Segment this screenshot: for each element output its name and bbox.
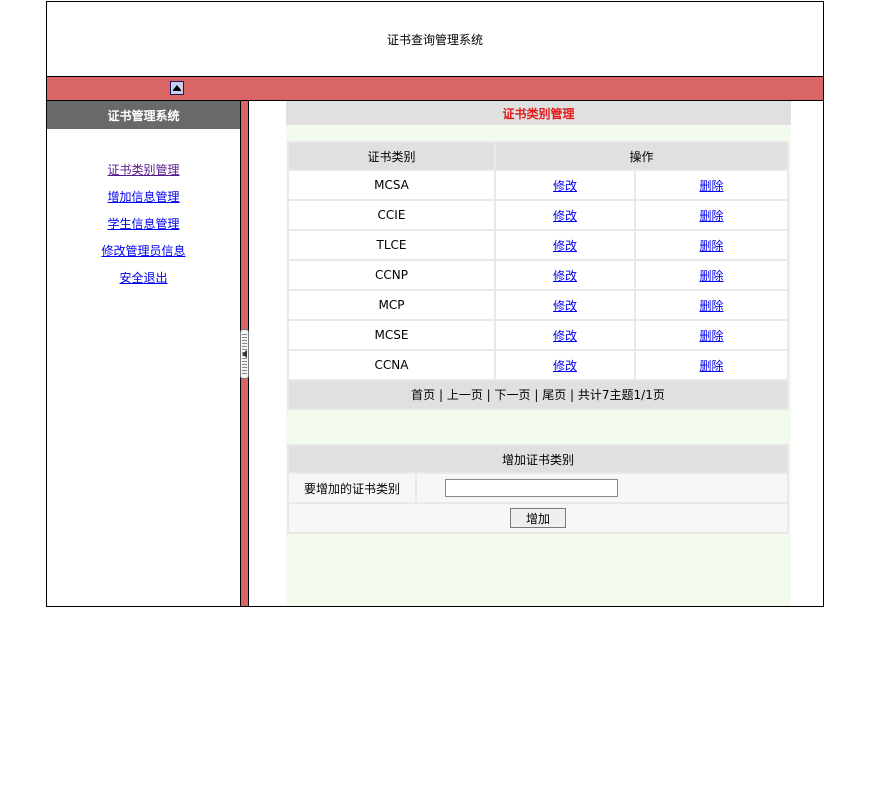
edit-cell: 修改 [496, 171, 634, 199]
edit-cell: 修改 [496, 261, 634, 289]
app-header: 证书查询管理系统 [47, 2, 823, 77]
table-row: MCP 修改 删除 [289, 291, 787, 319]
category-cell: CCNA [289, 351, 494, 379]
category-cell: MCP [289, 291, 494, 319]
table-row: TLCE 修改 删除 [289, 231, 787, 259]
edit-cell: 修改 [496, 321, 634, 349]
button-cell: 增加 [289, 504, 787, 532]
category-cell: CCIE [289, 201, 494, 229]
pager-first[interactable]: 首页 [411, 388, 435, 402]
top-toggle-bar [47, 77, 823, 101]
app-title: 证书查询管理系统 [386, 32, 483, 47]
delete-link[interactable]: 删除 [699, 209, 723, 223]
column-header-action: 操作 [496, 143, 787, 169]
delete-cell: 删除 [636, 261, 787, 289]
sidebar-menu: 证书类别管理 增加信息管理 学生信息管理 修改管理员信息 安全退出 [47, 163, 240, 298]
edit-link[interactable]: 修改 [553, 269, 577, 283]
page-title: 证书类别管理 [286, 101, 791, 125]
pager-next[interactable]: 下一页 [495, 388, 531, 402]
delete-link[interactable]: 删除 [699, 179, 723, 193]
form-header-row: 增加证书类别 [289, 446, 787, 472]
pager-last[interactable]: 尾页 [542, 388, 566, 402]
category-cell: MCSA [289, 171, 494, 199]
category-cell: TLCE [289, 231, 494, 259]
delete-cell: 删除 [636, 351, 787, 379]
delete-link[interactable]: 删除 [699, 329, 723, 343]
add-button[interactable]: 增加 [510, 508, 566, 528]
category-input[interactable] [445, 479, 618, 497]
pager-prev[interactable]: 上一页 [447, 388, 483, 402]
pager-separator: | [435, 388, 447, 402]
sidebar: 证书管理系统 证书类别管理 增加信息管理 学生信息管理 修改管理员信息 安全退出 [47, 101, 240, 606]
delete-cell: 删除 [636, 231, 787, 259]
table-row: CCIE 修改 删除 [289, 201, 787, 229]
sidebar-title: 证书管理系统 [47, 101, 240, 129]
body-row: 证书管理系统 证书类别管理 增加信息管理 学生信息管理 修改管理员信息 安全退出… [47, 101, 823, 606]
edit-link[interactable]: 修改 [553, 359, 577, 373]
edit-link[interactable]: 修改 [553, 329, 577, 343]
collapse-up-icon[interactable] [170, 81, 184, 95]
edit-link[interactable]: 修改 [553, 239, 577, 253]
sidebar-item-logout[interactable]: 安全退出 [47, 271, 240, 298]
table-row: CCNP 修改 删除 [289, 261, 787, 289]
edit-link[interactable]: 修改 [553, 209, 577, 223]
table-header-row: 证书类别 操作 [289, 143, 787, 169]
delete-cell: 删除 [636, 291, 787, 319]
add-category-form: 增加证书类别 要增加的证书类别 增加 [287, 444, 789, 534]
pager-separator: | [566, 388, 578, 402]
main-content: 证书类别管理 证书类别 操作 MCSA 修改 删除 CCIE 修改 删除 TLC… [286, 101, 791, 606]
field-cell [417, 474, 787, 502]
delete-link[interactable]: 删除 [699, 239, 723, 253]
sidebar-item-add-info[interactable]: 增加信息管理 [47, 190, 240, 217]
form-button-row: 增加 [289, 504, 787, 532]
table-row: CCNA 修改 删除 [289, 351, 787, 379]
edit-link[interactable]: 修改 [553, 179, 577, 193]
delete-cell: 删除 [636, 201, 787, 229]
edit-cell: 修改 [496, 351, 634, 379]
pager-row: 首页 | 上一页 | 下一页 | 尾页 | 共计7主题1/1页 [289, 381, 787, 408]
form-title: 增加证书类别 [289, 446, 787, 472]
edit-link[interactable]: 修改 [553, 299, 577, 313]
form-field-row: 要增加的证书类别 [289, 474, 787, 502]
field-label: 要增加的证书类别 [289, 474, 415, 502]
column-header-category: 证书类别 [289, 143, 494, 169]
pager-separator: | [482, 388, 495, 402]
collapse-left-icon [242, 350, 247, 358]
delete-link[interactable]: 删除 [699, 269, 723, 283]
category-cell: MCSE [289, 321, 494, 349]
category-cell: CCNP [289, 261, 494, 289]
table-row: MCSE 修改 删除 [289, 321, 787, 349]
pager-separator: | [530, 388, 543, 402]
delete-cell: 删除 [636, 171, 787, 199]
sidebar-item-category-management[interactable]: 证书类别管理 [47, 163, 240, 190]
delete-link[interactable]: 删除 [699, 359, 723, 373]
edit-cell: 修改 [496, 201, 634, 229]
category-table: 证书类别 操作 MCSA 修改 删除 CCIE 修改 删除 TLCE 修改 删除 [287, 141, 789, 410]
page-frame: 证书查询管理系统 证书管理系统 证书类别管理 增加信息管理 学生信息管理 修改管… [46, 1, 824, 607]
pager-summary: 共计7主题1/1页 [577, 388, 665, 402]
delete-link[interactable]: 删除 [699, 299, 723, 313]
edit-cell: 修改 [496, 231, 634, 259]
pager: 首页 | 上一页 | 下一页 | 尾页 | 共计7主题1/1页 [289, 381, 787, 408]
sidebar-item-student-info[interactable]: 学生信息管理 [47, 217, 240, 244]
table-row: MCSA 修改 删除 [289, 171, 787, 199]
sidebar-item-edit-admin[interactable]: 修改管理员信息 [47, 244, 240, 271]
delete-cell: 删除 [636, 321, 787, 349]
edit-cell: 修改 [496, 291, 634, 319]
splitter-handle-icon[interactable] [240, 329, 249, 379]
